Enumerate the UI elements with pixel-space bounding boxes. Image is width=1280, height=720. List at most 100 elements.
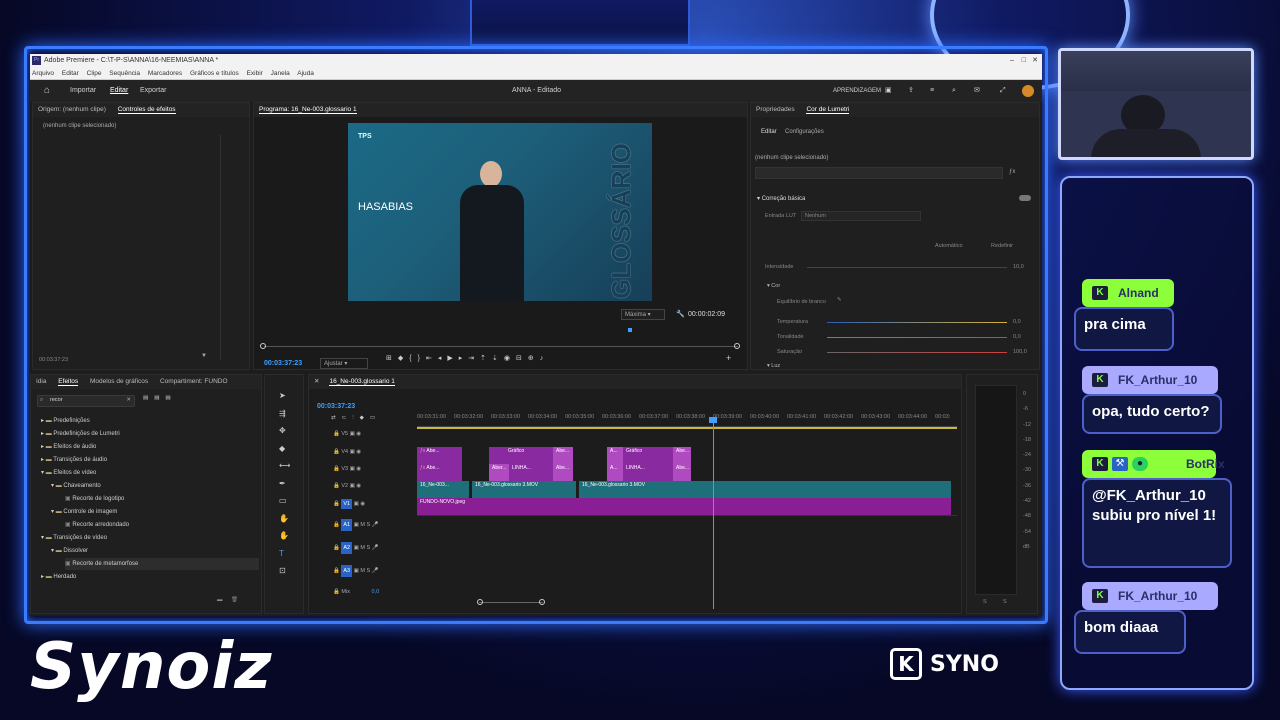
track-a3-header[interactable]: 🔒 A3 ▣ M S 🎤 [333,565,379,577]
menu-ajuda[interactable]: Ajuda [297,70,314,77]
effects-list-item[interactable]: ▸ ▬ Predefinições [41,415,90,427]
effects-search-input[interactable]: recor [50,397,63,403]
auto-button[interactable]: Automático [935,243,963,249]
lut-select[interactable]: Nenhum [801,211,921,221]
wrench-icon[interactable]: 🔧 [676,310,685,318]
minimize-button[interactable]: – [1010,54,1014,68]
tab-effects[interactable]: Efeitos [58,378,79,386]
meter-solo-right[interactable]: S [1003,599,1007,605]
tab-media[interactable]: ídia [36,378,46,385]
tab-exportar[interactable]: Exportar [140,80,166,102]
menu-graficos[interactable]: Gráficos e títulos [190,70,239,77]
reset-button[interactable]: Redefinir [991,243,1013,249]
timeline-playhead[interactable] [713,419,714,609]
marker-icon[interactable]: ◆ [398,355,409,362]
effects-list-item[interactable]: ▾ ▬ Transições de vídeo [41,532,107,544]
lumetri-config-tab[interactable]: Configurações [785,129,824,135]
timeline-close-icon[interactable]: ✕ [314,378,319,385]
tab-properties[interactable]: Propriedades [756,106,795,113]
timeline-clip[interactable]: A... [607,464,623,481]
search-icon[interactable]: ⌕ [952,80,956,102]
effects-search-box[interactable]: ⌕ recor ✕ [37,395,135,407]
track-select-icon[interactable]: ⇶ [279,405,290,423]
fit-select[interactable]: Ajustar ▾ [320,358,368,369]
tab-graphic-models[interactable]: Modelos de gráficos [90,378,148,385]
effects-list-item[interactable]: ▾ ▬ Efeitos de vídeo [41,467,96,479]
effects-list-item[interactable]: ▸ ▬ Efeitos de áudio [41,441,96,453]
vr-icon[interactable]: ⊕ [528,355,540,362]
timeline-clip[interactable]: Abe... [553,447,573,464]
track-v5-header[interactable]: 🔒 V5 ▣ ◉ [333,431,361,437]
share-icon[interactable]: ⇪ [908,80,914,102]
program-video-frame[interactable]: TPS HASABIAS GLOSSÁRIO [348,123,652,301]
effects-list-item[interactable]: ▣ Recorte de metamorfose [65,558,259,570]
light-section-header[interactable]: ▾ Luz [767,363,780,369]
menu-exibir[interactable]: Exibir [247,70,263,77]
extract-icon[interactable]: ⇣ [492,355,504,362]
clear-search-icon[interactable]: ✕ [126,397,131,403]
user-avatar[interactable] [1022,85,1034,97]
timeline-clip[interactable]: ƒx Abe... [417,464,462,481]
insert-icon[interactable]: ⊞ [386,355,398,362]
track-a1-header[interactable]: 🔒 A1 ▣ M S 🎤 [333,519,379,531]
timeline-clip[interactable]: 16_Ne-003.glossario 3.MOV [579,481,951,498]
program-timecode[interactable]: 00:03:37:23 [264,360,302,367]
lumetri-edit-tab[interactable]: Editar [761,129,777,135]
slip-tool-icon[interactable]: ⟷ [279,457,290,475]
rectangle-tool-icon[interactable]: ▭ [279,492,290,510]
timeline-clip[interactable]: LINHA... [623,464,673,481]
hand-tool-icon[interactable]: ✋ [279,510,290,528]
temperature-slider[interactable] [827,322,1007,323]
menu-marcadores[interactable]: Marcadores [148,70,182,77]
color-section-header[interactable]: ▾ Cor [767,283,780,289]
timeline-clip[interactable]: ƒx Abe... [417,447,462,464]
playhead-marker[interactable] [628,328,632,332]
go-out-icon[interactable]: ⇥ [468,355,480,362]
basic-correction-header[interactable]: ▾ Correção básica [757,195,805,202]
menu-sequencia[interactable]: Sequência [109,70,140,77]
effects-list-item[interactable]: ▸ ▬ Transições de áudio [41,454,107,466]
maximize-button[interactable]: □ [1022,54,1026,68]
workspace-icon[interactable]: ▣ [885,80,892,102]
new-folder-icon[interactable]: ▬ [217,597,223,603]
tab-editar[interactable]: Editar [110,80,128,102]
menu-editar[interactable]: Editar [62,70,79,77]
timeline-clip[interactable]: 16_Ne-003.glossario 3.MOV [472,481,576,498]
delete-icon[interactable]: 🗑 [231,597,238,603]
filter-icon[interactable]: ▼ [201,353,207,359]
add-button-icon[interactable]: + [726,353,731,363]
lumetri-clip-select[interactable] [755,167,1003,179]
menu-icon[interactable]: ≡ [930,80,934,102]
intensity-slider[interactable] [807,267,1007,268]
workspace-menu[interactable]: APRENDIZAGEM [833,80,881,102]
tint-value[interactable]: 0,0 [1013,334,1021,340]
step-back-icon[interactable]: ◂ [438,355,448,362]
type-tool-icon[interactable]: T [279,545,290,563]
effects-list-item[interactable]: ▾ ▬ Dissolver [51,545,88,557]
zoom-tool-icon[interactable]: ✋ [279,527,290,545]
track-v3-header[interactable]: 🔒 V3 ▣ ◉ [333,466,361,472]
mark-in-icon[interactable]: { [409,355,417,362]
menu-janela[interactable]: Janela [271,70,290,77]
fullscreen-icon[interactable]: ⤢ [1000,80,1006,102]
home-icon[interactable]: ⌂ [44,80,50,102]
scrubber-end-handle[interactable] [734,343,740,349]
effects-list-item[interactable]: ▣ Recorte arredondado [65,519,129,531]
quality-select[interactable]: Máxima ▾ [621,309,665,320]
zoom-handle-left[interactable] [477,599,483,605]
razor-tool-icon[interactable]: ◆ [279,440,290,458]
tab-effect-controls[interactable]: Controles de efeitos [117,106,176,114]
timeline-tool-icons[interactable]: ⇄⊂⫶◆▭ [331,415,381,422]
effects-list-item[interactable]: ▾ ▬ Controle de imagem [51,506,117,518]
basic-correction-toggle[interactable] [1019,195,1031,201]
track-v1-header[interactable]: 🔒 V1 ▣ ◉ [333,499,365,509]
selection-tool-icon[interactable]: ➤ [279,387,290,405]
program-title[interactable]: Programa: 16_Ne-003.glossario 1 [259,106,357,114]
effects-list-item[interactable]: ▸ ▬ Herdado [41,571,76,583]
timeline-clip[interactable]: A... [607,447,623,464]
timeline-clip[interactable]: FUNDO-NOVO.jpeg [417,498,951,515]
close-button[interactable]: ✕ [1032,54,1038,68]
tab-importar[interactable]: Importar [70,80,96,102]
pen-tool-icon[interactable]: ✒ [279,475,290,493]
effects-list-item[interactable]: ▣ Recorte de logotipo [65,493,124,505]
